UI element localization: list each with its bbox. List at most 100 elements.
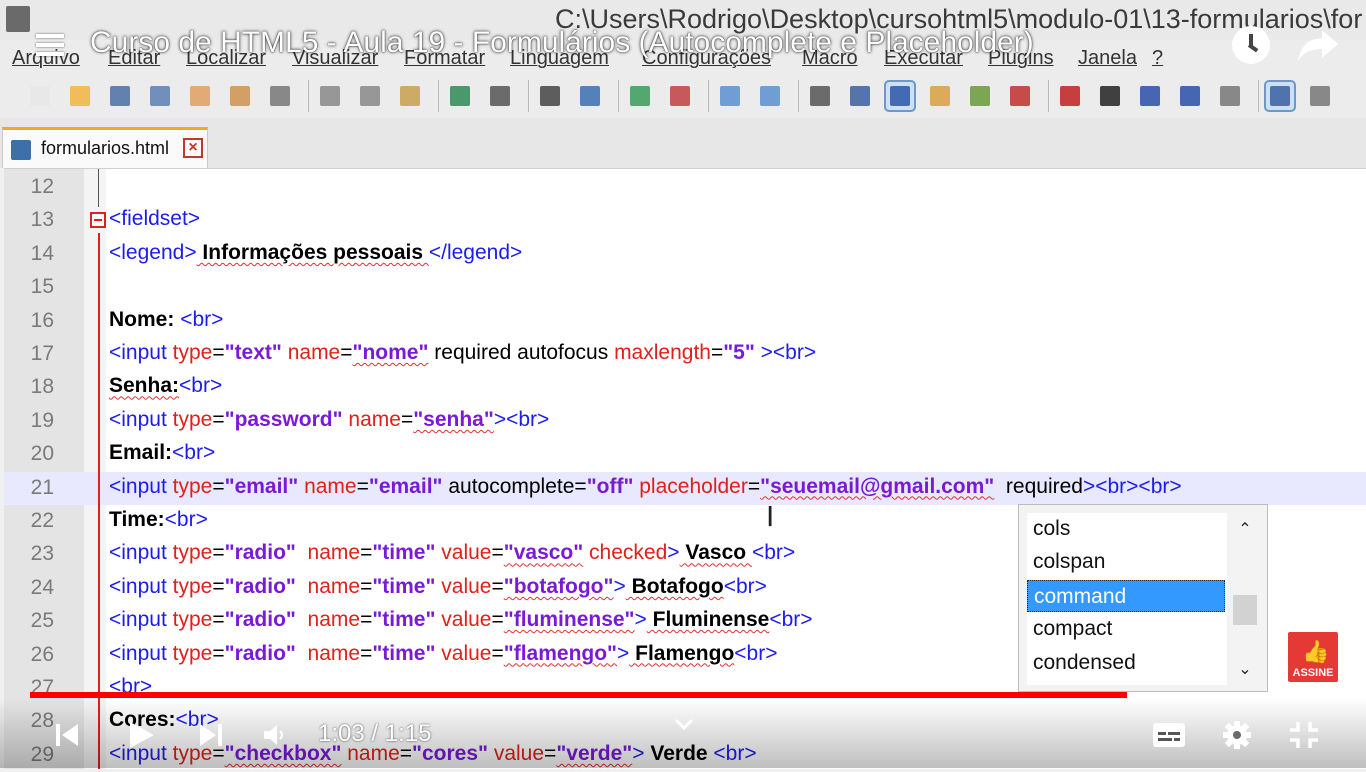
exit-fullscreen-icon[interactable] [1288, 720, 1320, 750]
autocomplete-item-colspan[interactable]: colspan [1027, 546, 1225, 578]
show-all-characters-icon[interactable] [846, 82, 874, 110]
code-token: name [295, 641, 361, 665]
menu-icon[interactable] [36, 34, 64, 56]
volume-icon[interactable] [262, 722, 288, 748]
code-line[interactable]: 20 Email:<br> [4, 438, 1366, 471]
find-icon[interactable] [536, 82, 564, 110]
toolbar-separator [798, 80, 799, 112]
replace-icon[interactable] [576, 82, 604, 110]
watch-later-icon[interactable] [1232, 26, 1270, 64]
code-token: <input [109, 341, 173, 364]
user-language-icon[interactable] [926, 82, 954, 110]
code-line[interactable]: 16 Nome: <br> [4, 305, 1366, 338]
sync-vertical-icon[interactable] [716, 82, 744, 110]
fold-collapse-icon[interactable] [90, 212, 106, 228]
code-token: <br> [180, 307, 224, 331]
paste-icon[interactable] [396, 82, 424, 110]
code-token: name [281, 341, 341, 364]
zoom-in-icon[interactable] [626, 82, 654, 110]
redo-icon[interactable] [486, 82, 514, 110]
code-token: "nome" [352, 341, 429, 364]
line-number: 24 [30, 575, 54, 599]
code-token: = [491, 541, 504, 565]
tab-formularios-html[interactable]: formularios.html × [2, 127, 208, 168]
next-icon[interactable] [198, 722, 224, 748]
notepadpp-app-icon[interactable] [6, 6, 30, 32]
code-token: </legend> [428, 240, 523, 264]
word-wrap-icon[interactable] [806, 82, 834, 110]
code-token: Time: [109, 508, 165, 531]
save-icon[interactable] [106, 82, 134, 110]
toolbar-separator [1258, 80, 1259, 112]
code-line[interactable]: 15 [4, 271, 1366, 304]
function-list-icon[interactable] [1006, 82, 1034, 110]
menu-janela[interactable]: Janela [1078, 47, 1137, 70]
previous-icon[interactable] [54, 722, 80, 748]
toolbar-separator [1048, 80, 1049, 112]
autocomplete-item-compact[interactable]: compact [1027, 613, 1225, 645]
scrollbar-thumb[interactable] [1233, 595, 1257, 625]
code-line[interactable]: 14 <legend> Informações pessoais </legend… [4, 238, 1366, 271]
play-icon[interactable] [126, 720, 156, 750]
subscribe-button[interactable]: 👍 ASSINE [1288, 632, 1338, 682]
copy-icon[interactable] [356, 82, 384, 110]
progress-bar[interactable] [30, 692, 1336, 698]
time-display: 1:03 / 1:15 [318, 720, 432, 747]
undo-icon[interactable] [446, 82, 474, 110]
cut-icon[interactable] [316, 82, 344, 110]
more-icon[interactable] [1306, 82, 1334, 110]
code-token: value [435, 641, 492, 665]
line-number: 23 [30, 542, 54, 566]
save-all-icon[interactable] [146, 82, 174, 110]
scroll-up-icon[interactable]: ⌃ [1231, 519, 1259, 543]
code-token: name [295, 608, 361, 632]
chevron-down-icon[interactable] [674, 718, 694, 732]
stop-macro-icon[interactable] [1096, 82, 1124, 110]
video-title[interactable]: Curso de HTML5 - Aula 19 - Formulários (… [90, 26, 1034, 60]
subtitles-icon[interactable] [1152, 722, 1186, 748]
code-token: Informações pessoais [196, 240, 429, 264]
new-file-icon[interactable] [26, 82, 54, 110]
indent-guide-icon[interactable] [884, 80, 916, 112]
code-line[interactable]: 18 Senha:<br> [4, 371, 1366, 404]
code-line[interactable]: 12 [4, 171, 1366, 204]
document-map-icon[interactable] [966, 82, 994, 110]
spell-check-icon[interactable] [1264, 80, 1296, 112]
code-line[interactable]: 17 <input type="text" name="nome" require… [4, 338, 1366, 371]
code-text: <input type="radio" name="time" value="v… [109, 541, 795, 565]
run-macro-multiple-icon[interactable] [1176, 82, 1204, 110]
code-token: = [340, 341, 353, 364]
autocomplete-scrollbar[interactable]: ⌃ ⌄ [1231, 513, 1259, 685]
code-token: "5" [723, 341, 755, 364]
close-all-icon[interactable] [226, 82, 254, 110]
share-icon[interactable] [1296, 26, 1340, 64]
code-line[interactable]: 13 <fieldset> [4, 204, 1366, 237]
code-token: "text" [224, 341, 282, 364]
code-token: <fieldset> [109, 207, 201, 231]
progress-bar-fill [30, 692, 1128, 698]
autocomplete-item-cols[interactable]: cols [1027, 513, 1225, 545]
save-macro-icon[interactable] [1216, 82, 1244, 110]
record-macro-icon[interactable] [1056, 82, 1084, 110]
code-token: type [172, 474, 213, 498]
code-token: type [172, 574, 213, 598]
autocomplete-item-condensed[interactable]: condensed [1027, 647, 1225, 679]
close-icon[interactable] [186, 82, 214, 110]
code-line[interactable]: 21 <input type="email" name="email" autoc… [4, 471, 1366, 505]
code-token: <br> [769, 608, 813, 632]
open-file-icon[interactable] [66, 82, 94, 110]
close-tab-icon[interactable]: × [183, 138, 203, 158]
code-line[interactable]: 19 <input type="password" name="senha"><b… [4, 405, 1366, 438]
autocomplete-item-command[interactable]: command [1027, 579, 1225, 612]
sync-horizontal-icon[interactable] [756, 82, 784, 110]
code-token: autocomplete= [442, 474, 587, 498]
gear-icon[interactable] [1222, 720, 1252, 750]
print-icon[interactable] [266, 82, 294, 110]
menu-?[interactable]: ? [1152, 47, 1163, 70]
zoom-out-icon[interactable] [666, 82, 694, 110]
play-macro-icon[interactable] [1136, 82, 1164, 110]
scroll-down-icon[interactable]: ⌄ [1231, 659, 1259, 683]
code-token: = [491, 574, 504, 598]
line-number: 15 [30, 275, 54, 299]
code-token: ><br> [493, 407, 550, 431]
